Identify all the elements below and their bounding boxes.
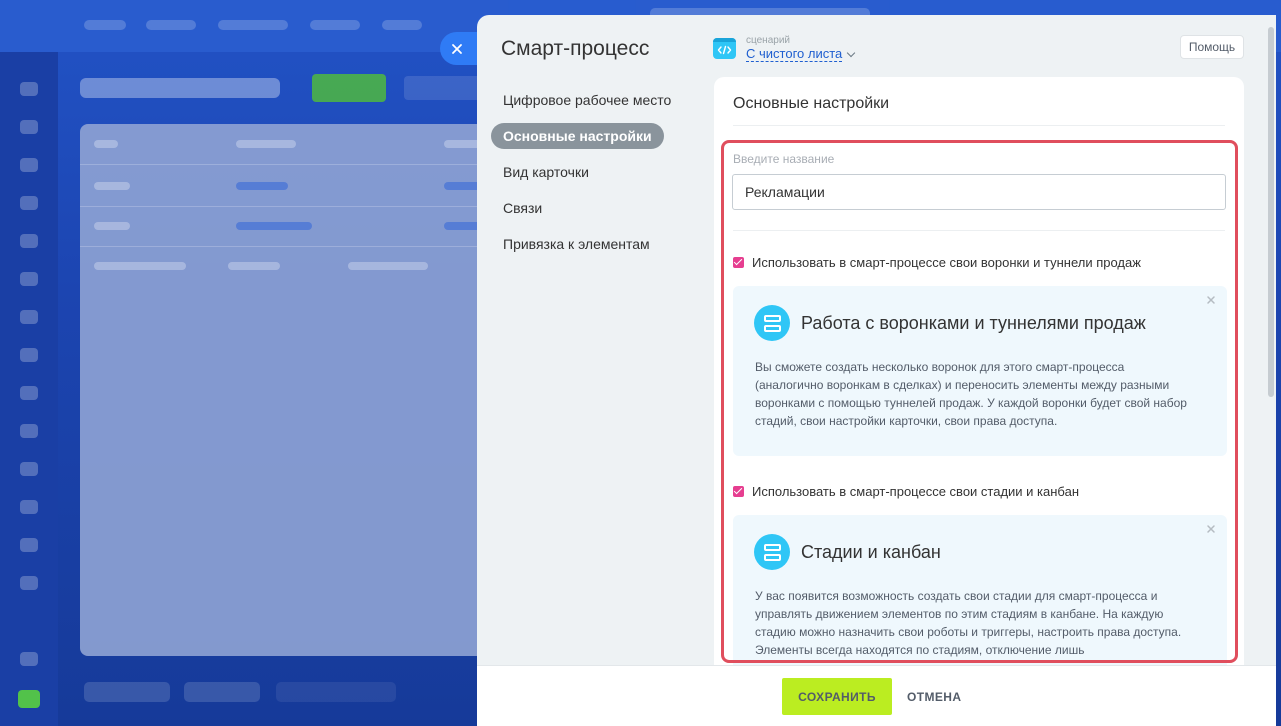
nav-item-element-binding[interactable]: Привязка к элементам [491, 231, 662, 257]
background-create-button [312, 74, 386, 102]
close-icon [452, 43, 462, 54]
background-filter [404, 76, 484, 100]
save-button[interactable]: СОХРАНИТЬ [782, 678, 892, 715]
scenario-label: сценарий [746, 35, 790, 46]
settings-nav: Цифровое рабочее место Основные настройк… [491, 87, 681, 267]
help-button[interactable]: Помощь [1180, 35, 1244, 59]
background-page-title [80, 78, 280, 98]
scrollbar[interactable] [1268, 27, 1274, 397]
section-title: Основные настройки [733, 95, 890, 112]
slider-title: Смарт-процесс [501, 37, 650, 60]
nav-item-digital-workplace[interactable]: Цифровое рабочее место [491, 87, 683, 113]
smart-process-slider: Смарт-процесс Цифровое рабочее место Осн… [477, 15, 1276, 726]
nav-item-general-settings[interactable]: Основные настройки [491, 123, 664, 149]
background-left-menu [0, 52, 58, 726]
divider [733, 125, 1225, 126]
code-window-icon [713, 38, 736, 59]
cancel-button[interactable]: ОТМЕНА [907, 678, 961, 715]
scenario-selector[interactable]: сценарий С чистого листа [713, 35, 856, 62]
background-table [80, 124, 500, 656]
footer-bar: СОХРАНИТЬ ОТМЕНА [477, 665, 1276, 726]
scenario-value[interactable]: С чистого листа [746, 46, 843, 62]
general-settings-card: Основные настройки Введите название Испо… [714, 77, 1244, 677]
highlight-frame [721, 140, 1238, 663]
nav-item-relations[interactable]: Связи [491, 195, 554, 221]
nav-item-card-view[interactable]: Вид карточки [491, 159, 601, 185]
chevron-down-icon[interactable] [847, 48, 856, 57]
